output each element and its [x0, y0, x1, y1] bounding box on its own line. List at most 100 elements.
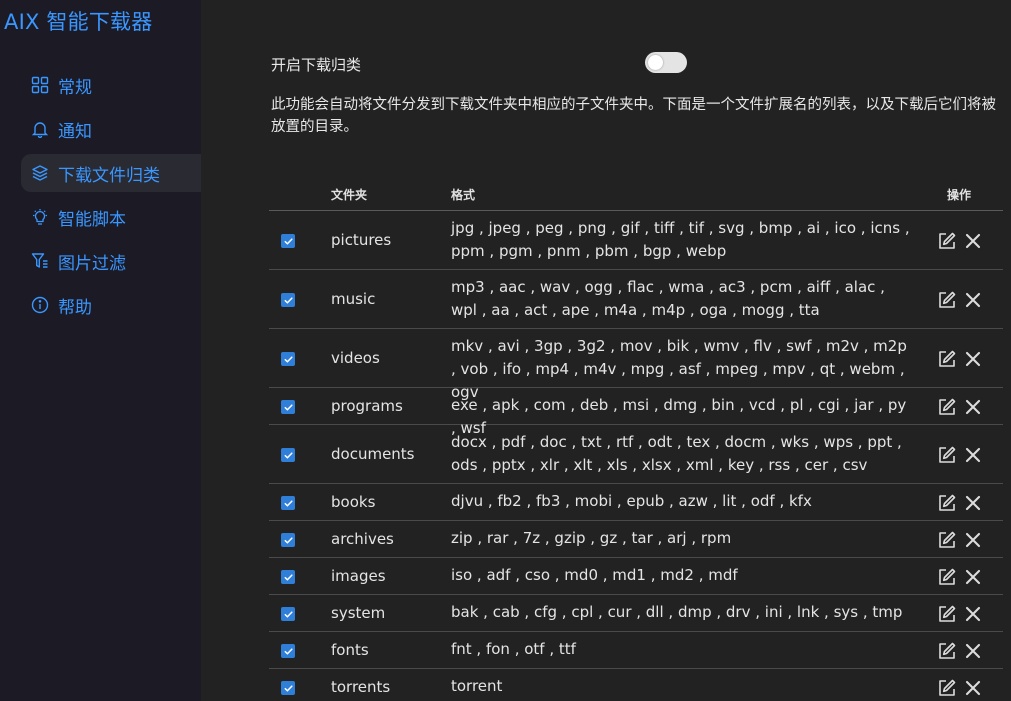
table-body: pictures jpg , jpeg , peg , png , gif , t…: [269, 211, 1003, 701]
folder-name: images: [331, 567, 386, 585]
row-checkbox[interactable]: [281, 533, 295, 547]
row-actions: [937, 397, 983, 417]
row-checkbox[interactable]: [281, 644, 295, 658]
column-header-format: 格式: [451, 188, 476, 202]
column-header-actions: 操作: [947, 188, 972, 202]
table-row: books djvu , fb2 , fb3 , mobi , epub , az…: [269, 484, 1003, 521]
delete-icon[interactable]: [963, 567, 983, 587]
edit-icon[interactable]: [937, 445, 957, 465]
bell-icon: [30, 119, 50, 139]
delete-icon[interactable]: [963, 445, 983, 465]
folder-name: programs: [331, 397, 403, 415]
edit-icon[interactable]: [937, 349, 957, 369]
sidebar: AIX 智能下载器 常规 通知 下载文件归类 智能脚本 图片过滤 帮助: [0, 0, 201, 701]
sidebar-item-general[interactable]: 常规: [21, 66, 201, 104]
toggle-knob: [648, 55, 663, 70]
table-row: videos mkv , avi , 3gp , 3g2 , mov , bik …: [269, 329, 1003, 401]
row-actions: [937, 604, 983, 624]
check-icon: [284, 403, 293, 411]
folder-name: archives: [331, 530, 394, 548]
check-icon: [284, 536, 293, 544]
folder-name: books: [331, 493, 376, 511]
row-checkbox[interactable]: [281, 496, 295, 510]
row-checkbox[interactable]: [281, 607, 295, 621]
row-actions: [937, 445, 983, 465]
folder-name: system: [331, 604, 386, 622]
folder-name: music: [331, 290, 376, 308]
categorize-toggle-label: 开启下载归类: [271, 56, 362, 74]
row-actions: [937, 641, 983, 661]
format-list: iso , adf , cso , md0 , md1 , md2 , mdf: [451, 566, 738, 584]
grid-icon: [30, 75, 50, 95]
sidebar-item-label: 图片过滤: [58, 253, 126, 274]
check-icon: [284, 451, 293, 459]
feature-description: 此功能会自动将文件分发到下载文件夹中相应的子文件夹中。下面是一个文件扩展名的列表…: [271, 97, 996, 135]
row-actions: [937, 349, 983, 369]
row-actions: [937, 678, 983, 698]
edit-icon[interactable]: [937, 641, 957, 661]
delete-icon[interactable]: [963, 397, 983, 417]
check-icon: [284, 355, 293, 363]
delete-icon[interactable]: [963, 678, 983, 698]
folder-name: pictures: [331, 231, 392, 249]
row-actions: [937, 231, 983, 251]
edit-icon[interactable]: [937, 231, 957, 251]
format-list: bak , cab , cfg , cpl , cur , dll , dmp …: [451, 603, 903, 621]
delete-icon[interactable]: [963, 493, 983, 513]
sidebar-item-image-filter[interactable]: 图片过滤: [21, 242, 201, 280]
folder-name: documents: [331, 445, 415, 463]
category-table: 文件夹 格式 操作 pictures jpg , jpeg , peg , png…: [269, 178, 1003, 701]
format-list: fnt , fon , otf , ttf: [451, 640, 576, 658]
layers-icon: [30, 163, 50, 183]
edit-icon[interactable]: [937, 493, 957, 513]
main-panel: 开启下载归类 此功能会自动将文件分发到下载文件夹中相应的子文件夹中。下面是一个文…: [201, 0, 1011, 701]
table-row: programs exe , apk , com , deb , msi , dm…: [269, 388, 1003, 437]
row-checkbox[interactable]: [281, 352, 295, 366]
row-checkbox[interactable]: [281, 400, 295, 414]
info-icon: [30, 295, 50, 315]
sidebar-item-download-categorize[interactable]: 下载文件归类: [21, 154, 201, 192]
check-icon: [284, 499, 293, 507]
edit-icon[interactable]: [937, 397, 957, 417]
table-row: system bak , cab , cfg , cpl , cur , dll …: [269, 595, 1003, 632]
row-checkbox[interactable]: [281, 234, 295, 248]
row-checkbox[interactable]: [281, 448, 295, 462]
format-list: docx , pdf , doc , txt , rtf , odt , tex…: [451, 433, 902, 474]
table-row: pictures jpg , jpeg , peg , png , gif , t…: [269, 211, 1003, 270]
delete-icon[interactable]: [963, 641, 983, 661]
row-actions: [937, 530, 983, 550]
delete-icon[interactable]: [963, 604, 983, 624]
table-header: 文件夹 格式 操作: [269, 178, 1003, 211]
delete-icon[interactable]: [963, 231, 983, 251]
edit-icon[interactable]: [937, 678, 957, 698]
edit-icon[interactable]: [937, 530, 957, 550]
delete-icon[interactable]: [963, 349, 983, 369]
app-window: AIX 智能下载器 常规 通知 下载文件归类 智能脚本 图片过滤 帮助 开启下载…: [0, 0, 1011, 701]
delete-icon[interactable]: [963, 290, 983, 310]
column-header-folder: 文件夹: [331, 188, 368, 202]
filter-icon: [30, 251, 50, 271]
sidebar-item-label: 帮助: [58, 297, 92, 318]
check-icon: [284, 296, 293, 304]
table-row: torrents torrent: [269, 669, 1003, 701]
edit-icon[interactable]: [937, 604, 957, 624]
categorize-toggle[interactable]: [645, 52, 687, 73]
sidebar-item-smart-scripts[interactable]: 智能脚本: [21, 198, 201, 236]
check-icon: [284, 573, 293, 581]
edit-icon[interactable]: [937, 290, 957, 310]
delete-icon[interactable]: [963, 530, 983, 550]
row-checkbox[interactable]: [281, 681, 295, 695]
format-list: mp3 , aac , wav , ogg , flac , wma , ac3…: [451, 278, 885, 319]
table-row: fonts fnt , fon , otf , ttf: [269, 632, 1003, 669]
format-list: zip , rar , 7z , gzip , gz , tar , arj ,…: [451, 529, 732, 547]
row-checkbox[interactable]: [281, 293, 295, 307]
table-row: documents docx , pdf , doc , txt , rtf , …: [269, 425, 1003, 484]
folder-name: fonts: [331, 641, 369, 659]
row-checkbox[interactable]: [281, 570, 295, 584]
sidebar-item-label: 下载文件归类: [58, 165, 160, 186]
row-actions: [937, 567, 983, 587]
edit-icon[interactable]: [937, 567, 957, 587]
sidebar-item-help[interactable]: 帮助: [21, 286, 201, 324]
sidebar-item-notifications[interactable]: 通知: [21, 110, 201, 148]
sidebar-item-label: 智能脚本: [58, 209, 126, 230]
